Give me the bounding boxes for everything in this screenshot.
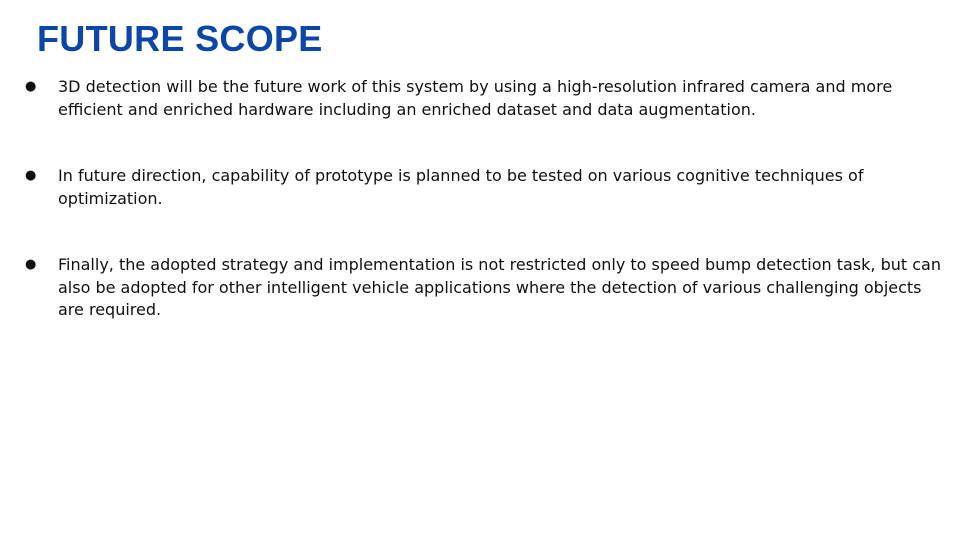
bullet-text: In future direction, capability of proto… (58, 166, 864, 208)
slide: FUTURE SCOPE ● 3D detection will be the … (0, 0, 960, 540)
bullet-item: ● Finally, the adopted strategy and impl… (22, 254, 942, 322)
bullet-text: 3D detection will be the future work of … (58, 77, 893, 119)
bullet-dot-icon: ● (25, 79, 37, 94)
bullet-dot-icon: ● (25, 257, 37, 272)
bullet-dot-icon: ● (25, 168, 37, 183)
slide-title: FUTURE SCOPE (37, 18, 323, 59)
bullet-text: Finally, the adopted strategy and implem… (58, 255, 941, 319)
bullet-item: ● In future direction, capability of pro… (22, 165, 942, 210)
bullet-list: ● 3D detection will be the future work o… (22, 76, 942, 322)
bullet-item: ● 3D detection will be the future work o… (22, 76, 942, 121)
